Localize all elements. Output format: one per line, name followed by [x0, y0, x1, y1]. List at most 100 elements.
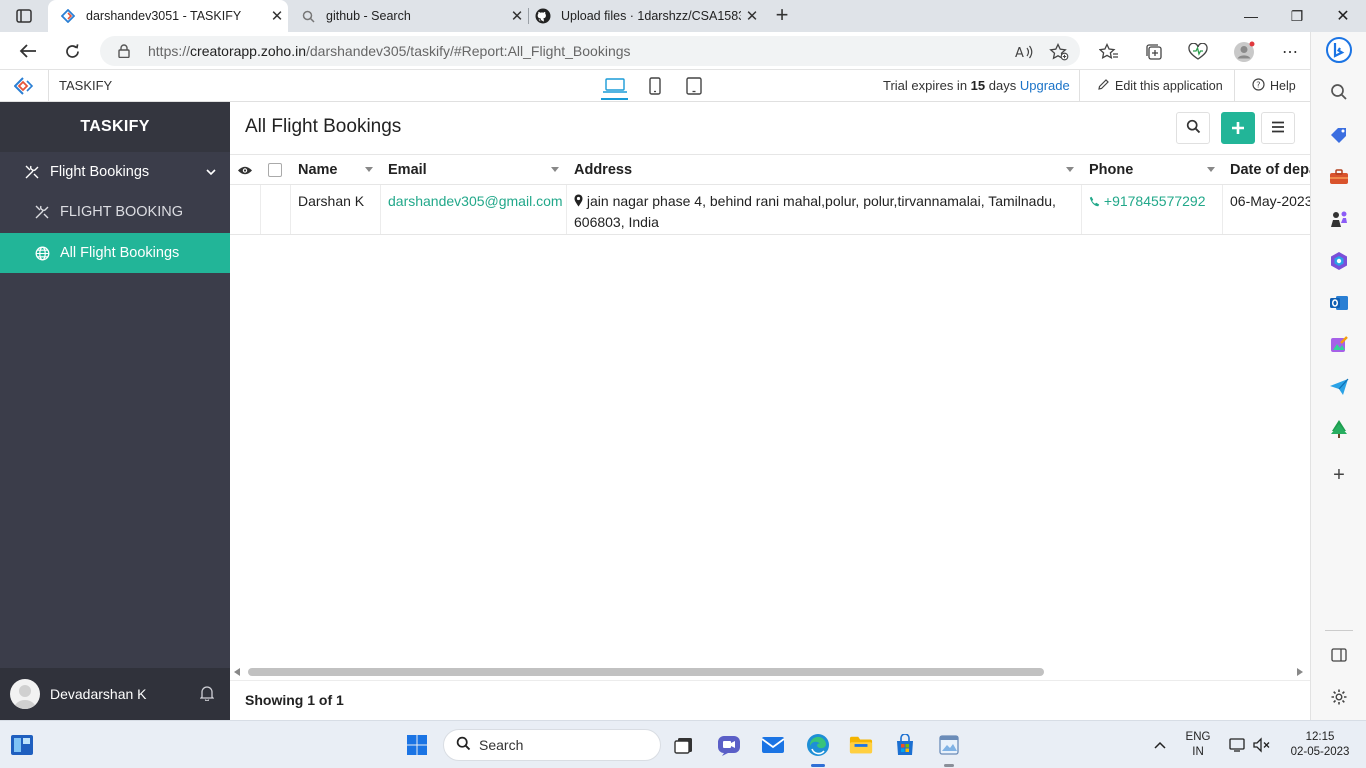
record-count: Showing 1 of 1 — [245, 692, 344, 708]
sidebar-item-flight-bookings[interactable]: Flight Bookings — [0, 152, 230, 192]
sidebar-item-flight-booking-form[interactable]: FLIGHT BOOKING — [0, 192, 230, 232]
column-header-address[interactable]: Address — [574, 155, 632, 185]
mail-icon[interactable] — [761, 733, 785, 757]
sidebar-user-footer: Devadarshan K — [0, 668, 230, 720]
lock-icon[interactable] — [118, 44, 136, 58]
outlook-icon[interactable] — [1328, 292, 1350, 314]
microsoft-365-icon[interactable] — [1328, 250, 1350, 272]
add-sidebar-app-icon[interactable]: + — [1328, 464, 1350, 486]
upgrade-link[interactable]: Upgrade — [1020, 78, 1070, 93]
photos-app-icon[interactable] — [937, 733, 961, 757]
map-pin-icon — [574, 192, 583, 212]
show-hidden-icons-chevron-icon[interactable] — [1148, 733, 1172, 757]
toggle-columns-eye-icon[interactable] — [237, 155, 253, 185]
file-explorer-icon[interactable] — [849, 733, 873, 757]
system-clock[interactable]: 12:15 02-05-2023 — [1280, 730, 1360, 760]
new-tab-button[interactable]: + — [770, 4, 794, 28]
cell-phone-link[interactable]: +917845577292 — [1089, 185, 1206, 234]
collections-icon[interactable] — [1143, 41, 1165, 63]
close-window-button[interactable]: ✕ — [1320, 0, 1366, 32]
active-app-indicator — [811, 764, 825, 767]
close-tab-icon[interactable]: ✕ — [266, 7, 288, 25]
settings-gear-icon[interactable] — [1328, 686, 1350, 708]
tree-icon[interactable] — [1328, 418, 1350, 440]
caret-down-icon[interactable] — [1207, 167, 1215, 172]
more-actions-button[interactable] — [1261, 112, 1295, 144]
read-aloud-icon[interactable]: A — [1013, 41, 1035, 63]
widgets-icon[interactable] — [10, 733, 34, 757]
app-header: TASKIFY Trial expires in 15 days Upgrade… — [0, 70, 1310, 102]
refresh-icon[interactable] — [58, 37, 86, 65]
bell-icon[interactable] — [199, 685, 215, 704]
scroll-right-arrow-icon[interactable] — [1297, 668, 1303, 676]
caret-down-icon[interactable] — [365, 167, 373, 172]
header-divider — [1234, 70, 1235, 102]
favorites-icon[interactable] — [1098, 41, 1120, 63]
column-header-email[interactable]: Email — [388, 155, 427, 185]
restore-window-button[interactable]: ❐ — [1274, 0, 1320, 32]
browser-tab-github-search[interactable]: github - Search ✕ — [288, 0, 528, 32]
scroll-left-arrow-icon[interactable] — [234, 668, 240, 676]
designer-icon[interactable] — [1328, 334, 1350, 356]
cell-email-link[interactable]: darshandev305@gmail.com — [388, 185, 563, 234]
windows-start-icon[interactable] — [405, 733, 429, 757]
region-code: IN — [1192, 746, 1204, 758]
taskbar-search-input[interactable]: Search — [443, 729, 661, 761]
zoho-creator-logo-icon[interactable] — [13, 77, 34, 95]
horizontal-scrollbar[interactable] — [230, 665, 1310, 679]
bing-chat-icon[interactable] — [1325, 36, 1353, 64]
teams-chat-icon[interactable] — [717, 733, 741, 757]
cell-date: 06-May-2023 — [1230, 193, 1310, 209]
trial-notice: Trial expires in 15 days Upgrade — [883, 78, 1070, 93]
shopping-tag-icon[interactable] — [1328, 124, 1350, 146]
chevron-down-icon[interactable] — [206, 164, 216, 180]
table-row[interactable]: Darshan K darshandev305@gmail.com jain n… — [230, 185, 1310, 235]
hide-sidebar-icon[interactable] — [1328, 644, 1350, 666]
edit-application-button[interactable]: Edit this application — [1097, 78, 1223, 94]
back-arrow-icon[interactable] — [14, 37, 42, 65]
phone-view-icon[interactable] — [648, 77, 662, 95]
add-favorite-icon[interactable] — [1048, 41, 1070, 63]
close-tab-icon[interactable]: ✕ — [741, 7, 763, 25]
pencil-icon — [1097, 78, 1110, 94]
column-header-name[interactable]: Name — [298, 155, 338, 185]
url-input[interactable]: https://creatorapp.zoho.in/darshandev305… — [100, 36, 1080, 66]
add-record-button[interactable] — [1221, 112, 1255, 144]
search-button[interactable] — [1176, 112, 1210, 144]
sidebar-item-all-flight-bookings[interactable]: All Flight Bookings — [0, 233, 230, 273]
more-options-icon[interactable]: ⋯ — [1279, 41, 1301, 63]
drop-send-icon[interactable] — [1328, 376, 1350, 398]
minimize-window-button[interactable]: — — [1228, 0, 1274, 32]
profile-avatar-icon[interactable] — [1233, 41, 1255, 63]
browser-tab-taskify[interactable]: darshandev3051 - TASKIFY ✕ — [48, 0, 288, 32]
scrollbar-thumb[interactable] — [248, 668, 1044, 676]
help-button[interactable]: ? Help — [1252, 78, 1296, 94]
column-header-phone[interactable]: Phone — [1089, 155, 1133, 185]
browser-essentials-icon[interactable] — [1187, 41, 1209, 63]
search-icon[interactable] — [1328, 81, 1350, 103]
input-language-indicator[interactable]: ENG IN — [1182, 730, 1214, 760]
sidebar-item-label: FLIGHT BOOKING — [60, 204, 184, 220]
header-divider — [48, 70, 49, 102]
task-view-icon[interactable] — [672, 733, 696, 757]
hamburger-menu-icon — [1271, 121, 1285, 136]
volume-muted-icon[interactable] — [1250, 733, 1274, 757]
tools-briefcase-icon[interactable] — [1328, 166, 1350, 188]
github-icon — [535, 8, 551, 24]
microsoft-store-icon[interactable] — [893, 733, 917, 757]
select-all-checkbox[interactable] — [268, 155, 282, 185]
footer-divider — [230, 680, 1310, 681]
tablet-view-icon[interactable] — [685, 77, 703, 95]
caret-down-icon[interactable] — [551, 167, 559, 172]
column-header-date[interactable]: Date of departure — [1230, 155, 1310, 185]
edge-browser-icon[interactable] — [806, 733, 830, 757]
app-sidebar: TASKIFY Flight Bookings FLIGHT BOOKING A… — [0, 102, 230, 720]
caret-down-icon[interactable] — [1066, 167, 1074, 172]
tab-actions-icon[interactable] — [10, 6, 38, 26]
desktop-view-icon[interactable] — [601, 77, 628, 95]
network-icon[interactable] — [1226, 733, 1250, 757]
avatar[interactable] — [10, 679, 40, 709]
column-divider — [380, 185, 381, 234]
browser-tab-github-upload[interactable]: Upload files · 1darshzz/CSA1583 ✕ — [523, 0, 763, 32]
games-icon[interactable] — [1328, 208, 1350, 230]
